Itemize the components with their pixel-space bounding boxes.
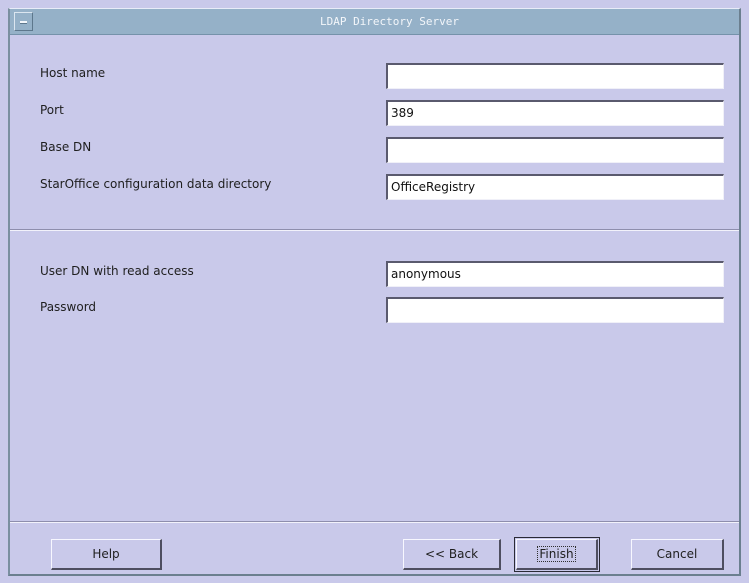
- finish-button[interactable]: Finish: [514, 537, 600, 572]
- user-dn-input[interactable]: anonymous: [386, 261, 724, 287]
- cancel-button-label: Cancel: [656, 547, 698, 561]
- port-label: Port: [40, 103, 64, 117]
- base-dn-input[interactable]: [386, 137, 724, 163]
- password-row: Password: [10, 297, 739, 323]
- host-name-input[interactable]: [386, 63, 724, 89]
- cancel-button[interactable]: Cancel: [631, 539, 724, 570]
- button-divider: [10, 521, 739, 523]
- password-label: Password: [40, 300, 97, 314]
- host-name-label: Host name: [40, 66, 106, 80]
- base-dn-row: Base DN: [10, 137, 739, 163]
- help-button-label: Help: [92, 547, 120, 561]
- dialog-window: LDAP Directory Server Host name Port 389…: [8, 8, 741, 576]
- config-dir-row: StarOffice configuration data directory …: [10, 174, 739, 200]
- password-input[interactable]: [386, 297, 724, 323]
- user-dn-label: User DN with read access: [40, 264, 194, 278]
- config-dir-label: StarOffice configuration data directory: [40, 177, 272, 191]
- back-button[interactable]: << Back: [403, 539, 501, 570]
- port-input[interactable]: 389: [386, 100, 724, 126]
- back-button-label: << Back: [424, 547, 479, 561]
- window-menu-icon[interactable]: [14, 12, 33, 31]
- section-divider: [10, 229, 739, 231]
- config-dir-input[interactable]: OfficeRegistry: [386, 174, 724, 200]
- window-title: LDAP Directory Server: [319, 15, 460, 28]
- finish-button-label: Finish: [537, 546, 576, 562]
- port-row: Port 389: [10, 100, 739, 126]
- title-bar[interactable]: LDAP Directory Server: [10, 9, 739, 35]
- base-dn-label: Base DN: [40, 140, 92, 154]
- user-dn-row: User DN with read access anonymous: [10, 261, 739, 287]
- help-button[interactable]: Help: [51, 539, 162, 570]
- host-name-row: Host name: [10, 63, 739, 89]
